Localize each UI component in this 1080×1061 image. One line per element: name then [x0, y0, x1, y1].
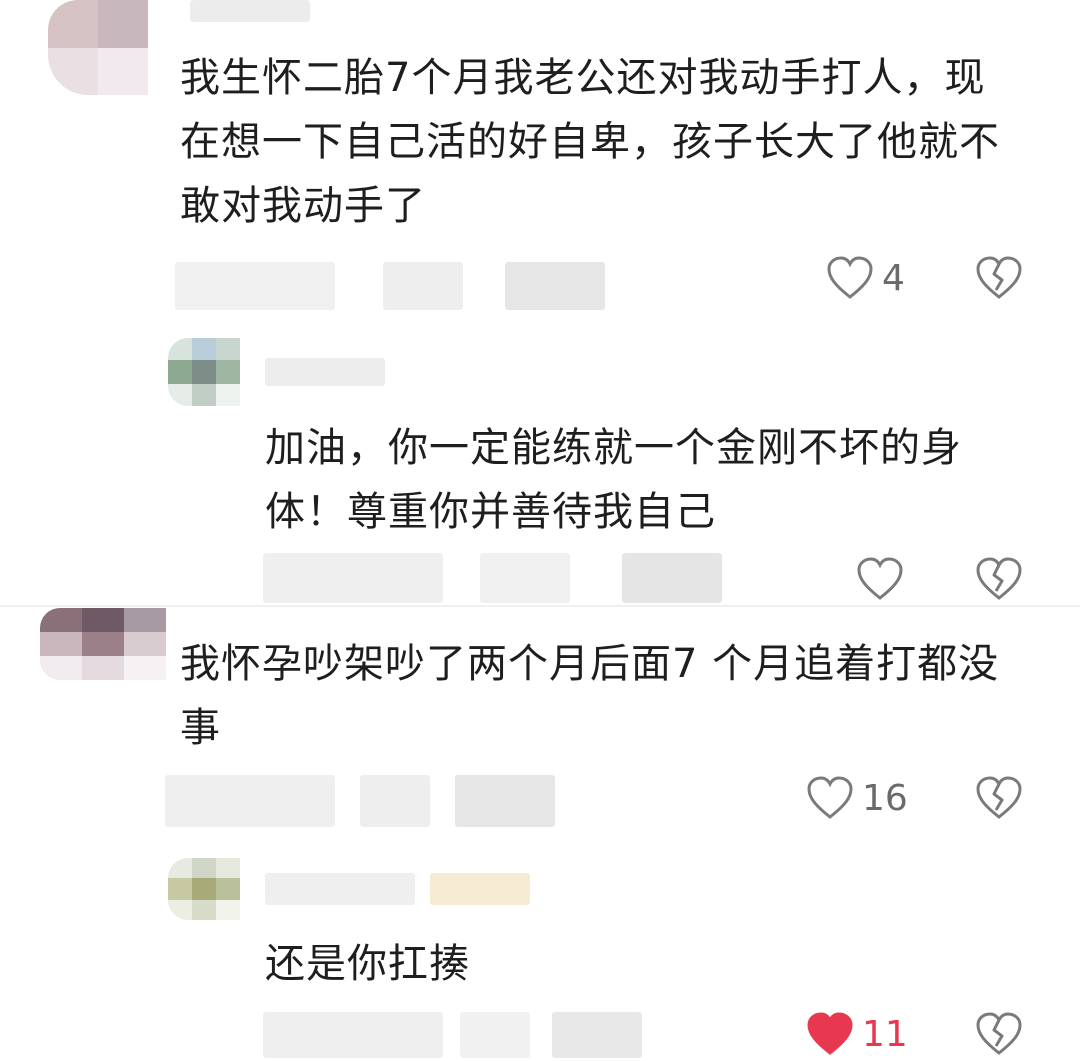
- reply-text: 加油，你一定能练就一个金刚不坏的身体！尊重你并善待我自己: [265, 425, 962, 535]
- heart-outline-icon: [857, 557, 903, 600]
- heart-outline-icon: [827, 256, 873, 299]
- reply-text: 还是你扛揍: [265, 941, 470, 987]
- username-blurred: [190, 0, 310, 22]
- comment-text: 我怀孕吵架吵了两个月后面7 个月追着打都没事: [180, 641, 1000, 751]
- comment-meta-blurred: [263, 553, 443, 603]
- comment-meta-blurred: [263, 1012, 443, 1058]
- broken-heart-icon: [976, 1012, 1022, 1055]
- comment-meta-blurred: [383, 262, 463, 310]
- broken-heart-icon: [976, 776, 1022, 819]
- reply-button-blurred[interactable]: [455, 775, 555, 827]
- reply-button-blurred[interactable]: [552, 1012, 642, 1058]
- like-count: 11: [862, 1013, 908, 1055]
- reply-button-blurred[interactable]: [505, 262, 605, 310]
- avatar[interactable]: [168, 338, 240, 406]
- comment-meta-blurred: [175, 262, 335, 310]
- like-count: 16: [862, 777, 908, 819]
- username-badge-blurred: [430, 873, 530, 905]
- dislike-button[interactable]: [975, 1010, 1023, 1058]
- username-blurred: [265, 873, 415, 905]
- heart-filled-icon: [807, 1012, 853, 1055]
- like-button[interactable]: [856, 553, 912, 605]
- like-button[interactable]: 11: [806, 1008, 908, 1060]
- dislike-button[interactable]: [975, 772, 1023, 824]
- comment-meta-blurred: [165, 775, 335, 827]
- broken-heart-icon: [976, 256, 1022, 299]
- dislike-button[interactable]: [975, 553, 1023, 605]
- avatar[interactable]: [168, 858, 240, 920]
- avatar[interactable]: [48, 0, 148, 95]
- dislike-button[interactable]: [975, 252, 1023, 304]
- comment-text: 我生怀二胎7个月我老公还对我动手打人，现在想一下自己活的好自卑，孩子长大了他就不…: [180, 55, 1000, 229]
- broken-heart-icon: [976, 557, 1022, 600]
- avatar[interactable]: [40, 608, 166, 680]
- screenshot-divider: [0, 605, 1080, 607]
- like-count: 4: [882, 257, 905, 299]
- comment-meta-blurred: [480, 553, 570, 603]
- username-blurred: [265, 358, 385, 386]
- comment-meta-blurred: [460, 1012, 530, 1058]
- heart-outline-icon: [807, 776, 853, 819]
- reply-button-blurred[interactable]: [622, 553, 722, 603]
- comment-meta-blurred: [360, 775, 430, 827]
- like-button[interactable]: 16: [806, 770, 908, 826]
- like-button[interactable]: 4: [826, 250, 905, 306]
